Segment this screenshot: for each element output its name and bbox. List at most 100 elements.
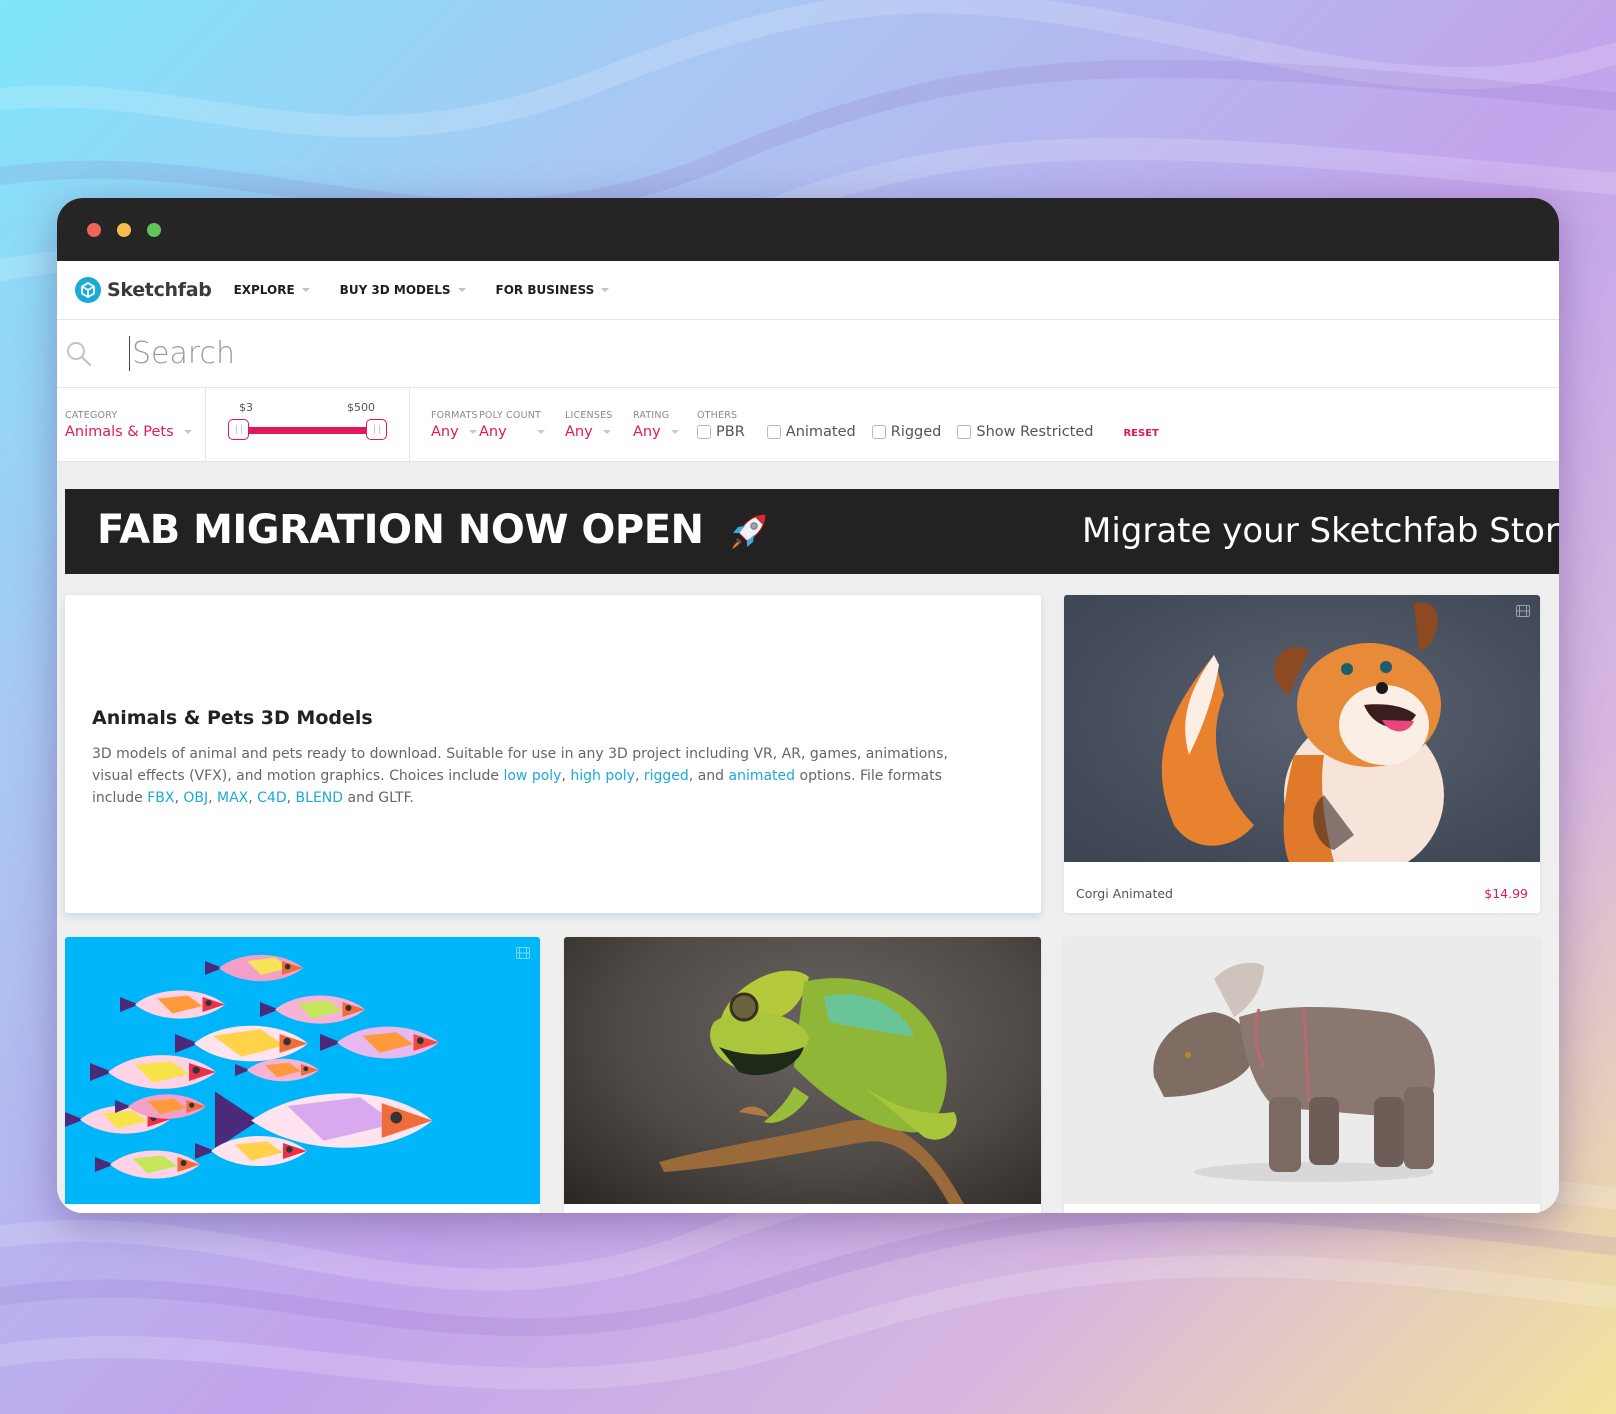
link-c4d[interactable]: C4D (257, 790, 286, 806)
maximize-window-button[interactable] (147, 223, 161, 237)
chevron-down-icon (468, 429, 477, 434)
model-thumbnail-chameleon[interactable] (564, 937, 1041, 1204)
others-filter: OTHERS PBR Animated Rigged Show Restrict… (697, 388, 1109, 461)
poly-count-label: POLY COUNT (479, 409, 542, 421)
animated-film-icon (1516, 605, 1530, 617)
chevron-down-icon (536, 429, 545, 434)
rigged-label: Rigged (890, 423, 942, 440)
nav-explore-label: EXPLORE (233, 283, 295, 297)
formats-label: FORMATS (431, 409, 478, 421)
price-range-slider[interactable]: $3 $500 (206, 388, 410, 461)
lowpoly-fish-illustration (65, 954, 439, 1179)
link-high-poly[interactable]: high poly (570, 768, 635, 784)
separator: , and (688, 768, 729, 784)
formats-dropdown[interactable]: Any (431, 424, 479, 440)
pbr-checkbox[interactable]: PBR (697, 424, 745, 440)
model-caption: Corgi Animated $14.99 (1076, 886, 1528, 901)
chevron-down-icon (670, 429, 679, 434)
fab-migration-banner[interactable]: FAB MIGRATION NOW OPEN Migrate your Sket… (65, 489, 1559, 574)
corgi-illustration (1161, 602, 1444, 862)
search-icon (67, 341, 92, 366)
chevron-down-icon (602, 429, 611, 434)
licenses-dropdown[interactable]: Any (565, 424, 633, 440)
licenses-label: LICENSES (565, 409, 613, 421)
logo-text: Sketchfab (107, 279, 212, 301)
nav-for-business[interactable]: FOR BUSINESS (496, 283, 610, 297)
main-content: FAB MIGRATION NOW OPEN Migrate your Sket… (57, 462, 1559, 1213)
formats-filter[interactable]: FORMATS Any (410, 388, 479, 461)
close-window-button[interactable] (87, 223, 101, 237)
chameleon-illustration (659, 970, 964, 1204)
pbr-label: PBR (716, 423, 745, 440)
poly-count-value: Any (479, 423, 507, 440)
link-blend[interactable]: BLEND (296, 790, 344, 806)
separator: , (286, 790, 296, 806)
price-slider-track[interactable] (246, 427, 386, 434)
category-dropdown[interactable]: Animals & Pets (65, 424, 205, 440)
show-restricted-checkbox[interactable]: Show Restricted (957, 424, 1093, 440)
sketchfab-logo[interactable]: Sketchfab (75, 277, 212, 303)
minimize-window-button[interactable] (117, 223, 131, 237)
nav-buy-label: BUY 3D MODELS (339, 283, 451, 297)
banner-title-text: FAB MIGRATION NOW OPEN (97, 507, 704, 553)
poly-count-dropdown[interactable]: Any (479, 424, 565, 440)
nav-business-label: FOR BUSINESS (495, 283, 595, 297)
category-filter[interactable]: CATEGORY Animals & Pets (57, 388, 206, 461)
price-min-handle[interactable] (228, 419, 249, 440)
category-value: Animals & Pets (65, 423, 174, 440)
rating-label: RATING (633, 409, 670, 421)
link-low-poly[interactable]: low poly (503, 768, 561, 784)
checkbox-box[interactable] (697, 424, 711, 439)
reset-filters-button[interactable]: RESET (1123, 410, 1158, 439)
formats-value: Any (431, 423, 459, 440)
checkbox-box[interactable] (766, 424, 781, 439)
model-name[interactable]: Corgi Animated (1076, 886, 1173, 901)
rigged-checkbox[interactable]: Rigged (871, 423, 942, 440)
show-restricted-label: Show Restricted (976, 423, 1094, 440)
model-thumbnail-rhino[interactable] (1064, 937, 1540, 1204)
category-description: 3D models of animal and pets ready to do… (92, 743, 992, 809)
rocket-icon (731, 514, 766, 549)
poly-count-filter[interactable]: POLY COUNT Any (479, 388, 565, 461)
nav-buy-3d-models[interactable]: BUY 3D MODELS (340, 283, 466, 297)
animated-film-icon (516, 947, 530, 959)
price-max-label: $500 (347, 401, 375, 414)
model-card[interactable] (564, 937, 1041, 1213)
animated-label: Animated (785, 423, 856, 440)
model-card[interactable]: Corgi Animated $14.99 (1064, 595, 1540, 913)
link-animated[interactable]: animated (729, 768, 796, 784)
model-thumbnail-fish[interactable] (65, 937, 540, 1204)
model-price: $14.99 (1484, 886, 1528, 901)
rating-filter[interactable]: RATING Any (633, 388, 697, 461)
top-navigation: Sketchfab EXPLORE BUY 3D MODELS FOR BUSI… (57, 261, 1559, 320)
search-bar (57, 320, 1559, 388)
licenses-filter[interactable]: LICENSES Any (565, 388, 633, 461)
model-card[interactable] (1064, 937, 1540, 1213)
search-input[interactable] (129, 336, 1129, 371)
chevron-down-icon (601, 288, 610, 292)
title-bar (57, 198, 1559, 261)
model-thumbnail-corgi[interactable] (1064, 595, 1540, 862)
price-min-label: $3 (239, 401, 253, 414)
chevron-down-icon (301, 288, 310, 292)
checkbox-box[interactable] (871, 424, 886, 439)
price-max-handle[interactable] (366, 419, 387, 440)
chevron-down-icon (183, 429, 192, 434)
animated-checkbox[interactable]: Animated (766, 423, 856, 440)
sketchfab-cube-icon (75, 277, 101, 303)
separator: , (208, 790, 218, 806)
link-rigged[interactable]: rigged (644, 768, 689, 784)
model-card[interactable] (65, 937, 540, 1213)
banner-title: FAB MIGRATION NOW OPEN (97, 507, 771, 555)
filter-bar: CATEGORY Animals & Pets $3 $500 FORMATS … (57, 388, 1559, 462)
rating-dropdown[interactable]: Any (633, 424, 697, 440)
category-description-card: Animals & Pets 3D Models 3D models of an… (65, 595, 1041, 913)
link-obj[interactable]: OBJ (183, 790, 208, 806)
nav-explore[interactable]: EXPLORE (234, 283, 310, 297)
link-fbx[interactable]: FBX (147, 790, 174, 806)
checkbox-box[interactable] (957, 424, 972, 439)
others-label: OTHERS (697, 409, 738, 421)
category-title: Animals & Pets 3D Models (92, 707, 373, 729)
link-max[interactable]: MAX (217, 790, 248, 806)
category-label: CATEGORY (65, 409, 118, 421)
